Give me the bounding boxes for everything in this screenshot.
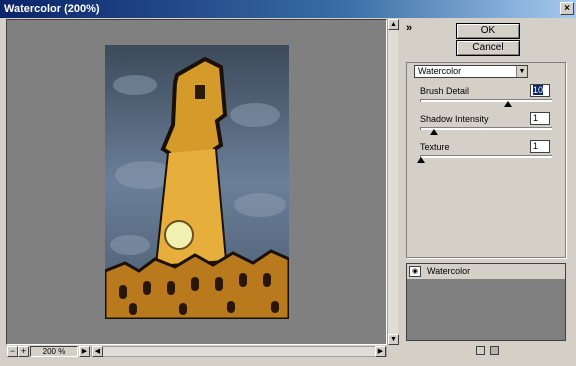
filter-select-value: Watercolor [418,66,462,76]
brush-detail-thumb[interactable] [504,101,512,107]
collapse-panel-icon[interactable]: » [406,23,412,34]
eye-icon[interactable]: ◉ [409,266,421,277]
new-layer-icon[interactable] [476,346,485,355]
arrow-right-icon[interactable]: ▶ [375,346,386,357]
cancel-button[interactable]: Cancel [456,40,520,56]
preview-image [105,45,289,319]
effect-layers-panel: ◉ Watercolor [406,263,566,341]
zoom-bar: − + 200 % ▶ ◀ ▶ [6,345,398,358]
chevron-down-icon[interactable]: ▼ [516,66,527,77]
trash-icon[interactable] [490,346,499,355]
window-title: Watercolor (200%) [4,3,100,15]
arrow-down-icon[interactable]: ▼ [388,334,399,345]
texture-thumb[interactable] [417,157,425,163]
ok-button[interactable]: OK [456,23,520,39]
shadow-intensity-input[interactable]: 1 [530,112,550,125]
zoom-level[interactable]: 200 % [30,346,78,357]
horizontal-scrollbar[interactable]: ◀ ▶ [91,346,387,357]
preview-area[interactable] [6,19,387,345]
texture-slider[interactable] [420,155,552,158]
shadow-intensity-slider[interactable] [420,127,552,130]
shadow-intensity-label: Shadow Intensity [420,114,489,124]
brush-detail-input[interactable]: 10 [530,84,550,97]
shadow-intensity-thumb[interactable] [430,129,438,135]
filter-select[interactable]: Watercolor ▼ [414,65,528,78]
texture-label: Texture [420,142,450,152]
brush-detail-label: Brush Detail [420,86,470,96]
close-icon[interactable]: × [560,2,574,15]
arrow-left-icon[interactable]: ◀ [92,346,103,357]
layer-name: Watercolor [427,266,471,276]
texture-input[interactable]: 1 [530,140,550,153]
layer-row[interactable]: ◉ Watercolor [407,264,565,280]
zoom-in-button[interactable]: + [18,346,29,357]
vertical-scrollbar[interactable]: ▲ ▼ [387,19,399,345]
zoom-out-button[interactable]: − [7,346,18,357]
zoom-menu-arrow-icon[interactable]: ▶ [79,346,90,357]
arrow-up-icon[interactable]: ▲ [388,19,399,30]
brush-detail-slider[interactable] [420,99,552,102]
title-bar: Watercolor (200%) × [0,0,576,18]
